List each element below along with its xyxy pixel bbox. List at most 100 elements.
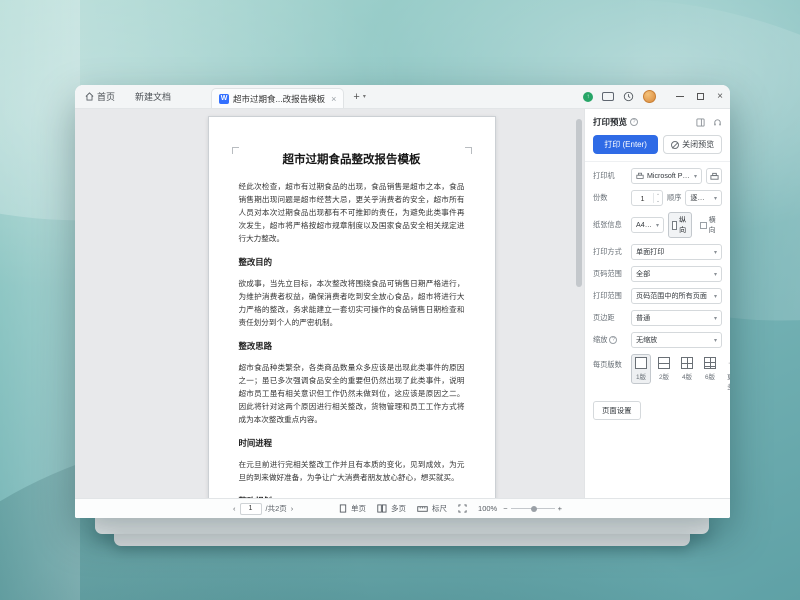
six-pages-icon (704, 357, 716, 369)
minimize-icon (676, 96, 684, 97)
scrollbar-thumb[interactable] (576, 119, 582, 287)
duplex-select[interactable]: 单面打印 ▾ (631, 244, 722, 260)
close-preview-label: 关闭预览 (682, 139, 714, 150)
four-pages-icon (681, 357, 693, 369)
exit-preview-icon (671, 141, 679, 149)
pages-per-sheet-option-6[interactable]: 6版 (700, 354, 720, 384)
scale-select[interactable]: 无缩放 ▾ (631, 332, 722, 348)
ruler-toggle-button[interactable]: 标尺 (417, 503, 447, 514)
option-caption: 更多 (727, 371, 730, 391)
zoom-level-label[interactable]: 100% (478, 504, 497, 513)
new-document-tab[interactable]: 新建文档 (125, 85, 181, 108)
caret-down-icon: ▾ (714, 293, 717, 300)
total-pages-label: /共2页 (266, 503, 287, 514)
new-tab-button[interactable]: + (353, 91, 359, 103)
close-preview-button[interactable]: 关闭预览 (663, 135, 722, 154)
option-caption: 6版 (705, 371, 715, 381)
document-paragraph: 在元旦前进行完相关整改工作并且有本质的变化，见到成效，为元旦的到来做好准备，为争… (239, 458, 465, 484)
pages-per-sheet-option-more[interactable]: ··· 更多 (723, 354, 730, 394)
single-page-view-button[interactable]: 单页 (339, 503, 366, 514)
printer-label: 打印机 (593, 171, 627, 181)
pages-per-sheet-label: 每页版数 (593, 360, 627, 370)
next-page-icon[interactable]: › (291, 504, 294, 513)
document-title: 超市过期食品整改报告模板 (239, 151, 465, 167)
margins-select[interactable]: 普通 ▾ (631, 310, 722, 326)
background-window-2[interactable] (114, 534, 690, 546)
prev-page-icon[interactable]: ‹ (233, 504, 236, 513)
printer-properties-button[interactable] (706, 168, 722, 184)
multi-page-icon (377, 504, 387, 513)
document-paragraph: 超市食品种类繁杂，各类商品数量众多应该是出现此类事件的原因之一；虽已多次强调食品… (239, 361, 465, 426)
margin-mark-left (232, 147, 239, 154)
orientation-portrait-toggle[interactable]: 纵向 (668, 212, 692, 238)
document-tab[interactable]: W 超市过期食...改报告模板 × (211, 88, 344, 108)
page-range-select[interactable]: 全部 ▾ (631, 266, 722, 282)
print-scope-select[interactable]: 页码范围中的所有页面 ▾ (631, 288, 722, 304)
landscape-label: 横向 (709, 215, 718, 235)
titlebar: 首页 新建文档 W 超市过期食...改报告模板 × + ▾ ↑ × (75, 85, 730, 109)
portrait-label: 纵向 (679, 215, 688, 235)
home-tab[interactable]: 首页 (75, 85, 125, 108)
tab-close-icon[interactable]: × (331, 94, 336, 104)
copies-value: 1 (632, 194, 653, 203)
headset-icon[interactable] (713, 118, 722, 127)
fit-page-icon (458, 504, 467, 513)
copies-input[interactable]: 1 ⌃ ⌄ (631, 190, 663, 206)
background-window-1[interactable] (95, 518, 709, 534)
multi-page-view-button[interactable]: 多页 (377, 503, 406, 514)
order-label: 顺序 (667, 193, 681, 203)
cloud-sync-status-icon[interactable]: ↑ (583, 92, 593, 102)
panel-pin-icon[interactable] (696, 118, 705, 127)
more-options-icon: ··· (727, 357, 730, 369)
order-select[interactable]: 逐份打印 ▾ (685, 190, 722, 206)
pages-per-sheet-option-1[interactable]: 1版 (631, 354, 651, 384)
print-button[interactable]: 打印 (Enter) (593, 135, 658, 154)
zoom-in-button[interactable]: + (558, 504, 562, 513)
restore-icon (697, 93, 704, 100)
pages-per-sheet-option-2[interactable]: 2版 (654, 354, 674, 384)
duplex-value: 单面打印 (636, 247, 711, 257)
single-page-icon (339, 504, 347, 513)
close-button[interactable]: × (710, 85, 730, 108)
margins-value: 普通 (636, 313, 711, 323)
zoom-out-button[interactable]: − (503, 504, 507, 513)
status-bar: ‹ 1 /共2页 › 单页 多页 标尺 100% − + (75, 498, 730, 518)
printer-icon (636, 172, 644, 180)
current-page-input[interactable]: 1 (240, 503, 262, 515)
single-page-label: 单页 (351, 503, 366, 514)
stepper-down-icon[interactable]: ⌄ (656, 198, 660, 203)
caret-down-icon: ▾ (714, 195, 717, 202)
paper-label: 纸张信息 (593, 220, 627, 230)
document-heading: 时间进程 (239, 437, 465, 449)
divider (585, 161, 730, 162)
page-setup-button[interactable]: 页面设置 (593, 401, 641, 420)
history-icon[interactable] (623, 91, 634, 102)
caret-down-icon: ▾ (714, 271, 717, 278)
zoom-slider[interactable] (511, 508, 555, 509)
caret-down-icon: ▾ (714, 315, 717, 322)
new-document-label: 新建文档 (135, 90, 171, 103)
pages-per-sheet-option-4[interactable]: 4版 (677, 354, 697, 384)
printer-select[interactable]: Microsoft Print to PDF ▾ (631, 168, 702, 184)
help-icon[interactable]: ? (630, 118, 638, 126)
duplex-label: 打印方式 (593, 247, 627, 257)
document-paragraph: 经此次检查，超市有过期食品的出现，食品销售是超市之本，食品销售期出现问题是超市经… (239, 180, 465, 245)
paper-size-select[interactable]: A4(210mm... ▾ (631, 217, 664, 233)
copies-stepper[interactable]: ⌃ ⌄ (653, 193, 662, 203)
scale-help-icon[interactable]: ? (609, 336, 617, 344)
home-icon (85, 92, 94, 101)
zoom-slider-knob[interactable] (531, 506, 537, 512)
orientation-landscape-toggle[interactable]: 横向 (696, 212, 722, 238)
paper-size-value: A4(210mm... (636, 221, 653, 229)
option-caption: 2版 (659, 371, 669, 381)
caret-down-icon: ▾ (714, 337, 717, 344)
minimize-button[interactable] (670, 85, 690, 108)
wps-writer-icon: W (219, 94, 229, 104)
user-avatar[interactable] (643, 90, 656, 103)
preview-scrollbar[interactable] (576, 111, 583, 496)
wps-office-window: 首页 新建文档 W 超市过期食...改报告模板 × + ▾ ↑ × 超市过期食 (75, 85, 730, 518)
restore-button[interactable] (690, 85, 710, 108)
layout-mode-icon[interactable] (602, 92, 614, 101)
tab-list-caret-icon[interactable]: ▾ (363, 93, 366, 100)
fit-page-button[interactable] (458, 504, 467, 513)
